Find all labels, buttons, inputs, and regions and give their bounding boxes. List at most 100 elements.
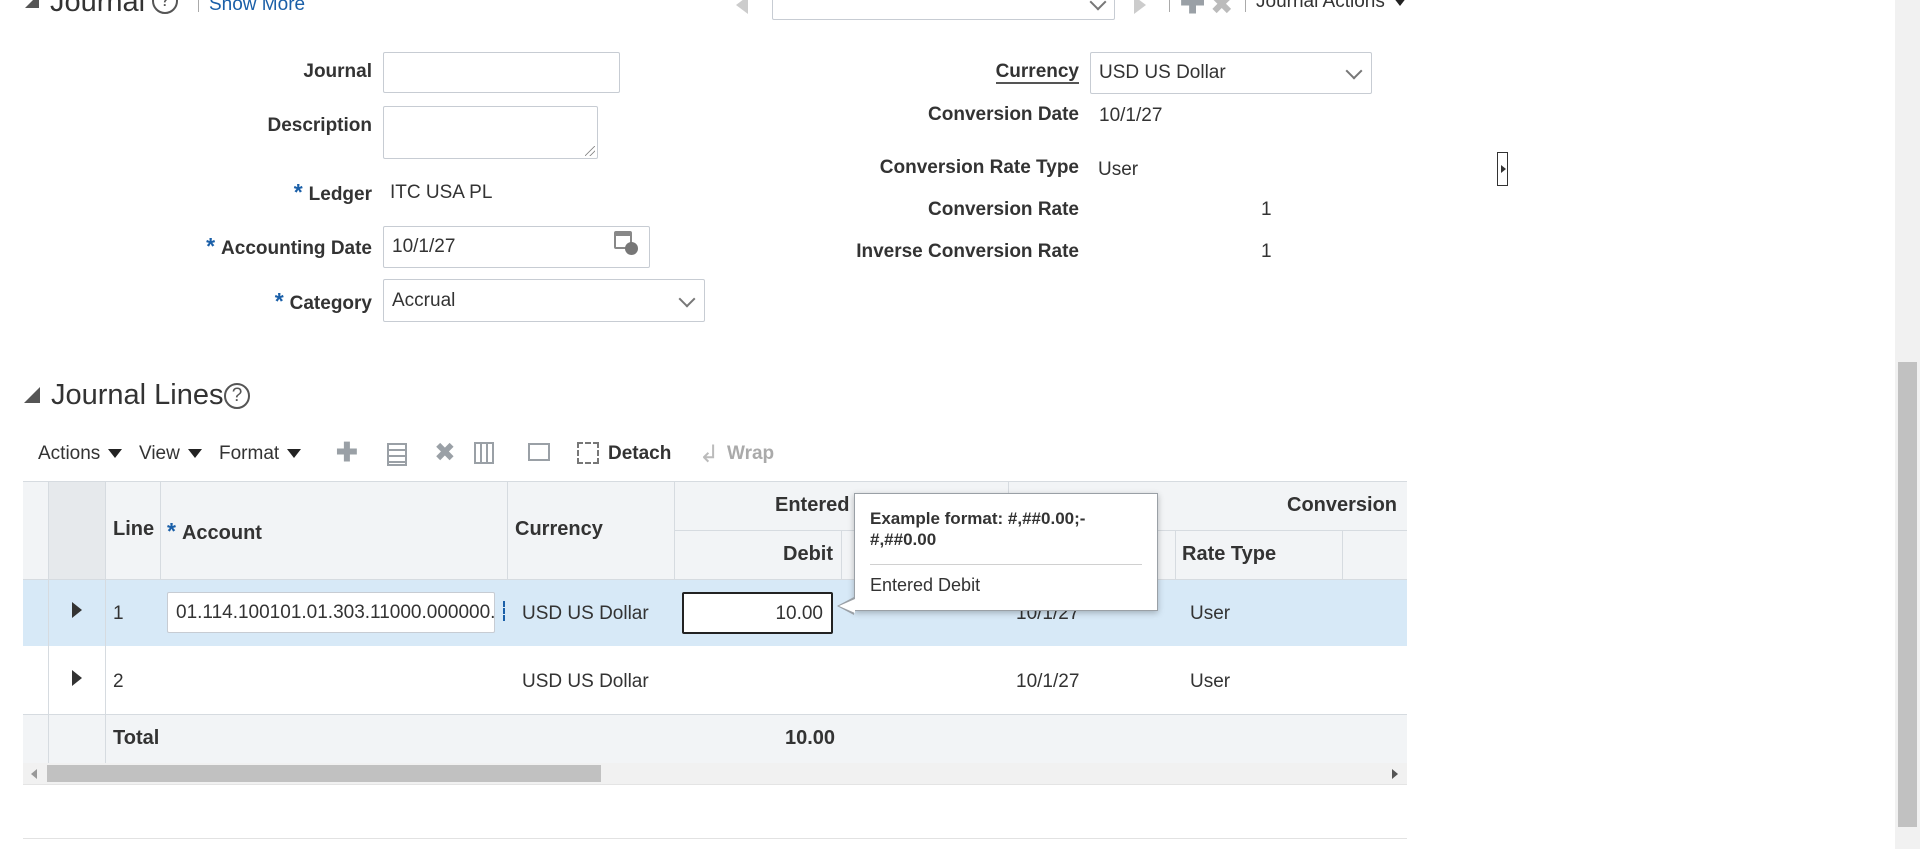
divider bbox=[48, 481, 49, 764]
total-label: Total bbox=[113, 727, 160, 749]
accounting-date-value: 10/1/27 bbox=[392, 236, 456, 257]
expand-row-icon[interactable] bbox=[72, 670, 82, 686]
show-more-link[interactable]: Show More bbox=[209, 0, 305, 16]
debit-input[interactable]: 10.00 bbox=[682, 592, 833, 634]
accounting-date-label-text: Accounting Date bbox=[221, 238, 372, 259]
row-line-number: 1 bbox=[113, 603, 124, 624]
scrollbar-thumb[interactable] bbox=[47, 765, 601, 782]
view-menu[interactable]: View bbox=[139, 443, 202, 465]
accounting-date-input[interactable]: 10/1/27 bbox=[383, 226, 650, 268]
divider bbox=[23, 481, 1407, 482]
currency-label[interactable]: Currency bbox=[900, 61, 1079, 84]
conversion-rate-type-value: User bbox=[1098, 159, 1139, 180]
actions-label: Actions bbox=[38, 443, 101, 464]
divider bbox=[1342, 530, 1343, 579]
row-line-number: 2 bbox=[113, 671, 124, 692]
row-currency: USD US Dollar bbox=[522, 603, 649, 624]
add-journal-icon[interactable]: ✚ bbox=[1180, 0, 1205, 21]
conversion-rate-label: Conversion Rate bbox=[928, 199, 1079, 220]
scroll-right-icon[interactable] bbox=[1392, 769, 1398, 779]
actions-menu[interactable]: Actions bbox=[38, 443, 123, 465]
expand-row-icon[interactable] bbox=[72, 602, 82, 618]
duplicate-row-icon[interactable] bbox=[387, 443, 407, 466]
journal-lines-title: Journal Lines bbox=[51, 379, 224, 411]
category-select[interactable]: Accrual bbox=[383, 279, 705, 322]
chevron-down-icon bbox=[1345, 62, 1363, 80]
collapse-journal-lines-icon[interactable] bbox=[24, 387, 40, 403]
dropdown-arrow-icon bbox=[1392, 0, 1407, 7]
resize-handle-icon[interactable] bbox=[585, 146, 595, 156]
ledger-label: * Ledger bbox=[200, 179, 372, 206]
format-tooltip: Example format: #,##0.00;-#,##0.00 Enter… bbox=[854, 493, 1158, 611]
total-debit: 10.00 bbox=[785, 727, 836, 749]
description-textarea[interactable] bbox=[383, 106, 598, 159]
conversion-date-value: 10/1/27 bbox=[1099, 105, 1163, 126]
tooltip-title: Example format: #,##0.00;-#,##0.00 bbox=[870, 509, 1086, 549]
description-label: Description bbox=[267, 115, 372, 136]
row-rate-type: User bbox=[1190, 671, 1231, 692]
collapse-journal-icon[interactable] bbox=[25, 0, 39, 8]
horizontal-scrollbar[interactable] bbox=[23, 763, 1407, 785]
journal-label: Journal bbox=[303, 61, 372, 82]
dropdown-arrow-icon bbox=[108, 449, 123, 459]
required-marker: * bbox=[274, 288, 284, 314]
conversion-rate-type-label: Conversion Rate Type bbox=[879, 157, 1079, 178]
currency-label-text: Currency bbox=[995, 61, 1079, 84]
add-row-icon[interactable]: ✚ bbox=[336, 437, 358, 468]
scroll-left-icon[interactable] bbox=[31, 769, 37, 779]
tooltip-pointer-fill bbox=[839, 599, 855, 613]
column-header-line[interactable]: Line bbox=[113, 518, 154, 541]
journal-actions-menu[interactable]: Journal Actions bbox=[1256, 0, 1407, 13]
page-vertical-scrollbar[interactable] bbox=[1895, 0, 1920, 849]
debit-value: 10.00 bbox=[775, 603, 823, 624]
journal-section-title: Journal bbox=[50, 0, 146, 18]
journal-actions-label: Journal Actions bbox=[1256, 0, 1385, 12]
column-header-currency[interactable]: Currency bbox=[515, 518, 603, 541]
divider bbox=[198, 0, 199, 12]
previous-journal-icon[interactable] bbox=[736, 0, 748, 14]
row-currency: USD US Dollar bbox=[522, 671, 649, 692]
query-by-example-icon[interactable] bbox=[528, 443, 550, 461]
ledger-value: ITC USA PL bbox=[390, 182, 493, 203]
divider bbox=[870, 564, 1142, 565]
column-header-account[interactable]: * Account bbox=[167, 518, 262, 545]
delete-journal-icon[interactable]: ✖ bbox=[1210, 0, 1233, 21]
currency-select[interactable]: USD US Dollar bbox=[1090, 52, 1372, 94]
divider bbox=[105, 481, 106, 764]
format-label: Format bbox=[219, 443, 280, 464]
conversion-rate-value: 1 bbox=[1261, 199, 1272, 220]
format-menu[interactable]: Format bbox=[219, 443, 302, 465]
wrap-icon[interactable]: ↲ bbox=[699, 440, 719, 469]
ledger-label-text: Ledger bbox=[308, 184, 372, 205]
column-header-conversion: Conversion bbox=[1287, 494, 1398, 516]
detach-button[interactable]: Detach bbox=[608, 443, 671, 465]
required-marker: * bbox=[293, 179, 303, 205]
chevron-down-icon bbox=[678, 290, 696, 308]
category-value: Accrual bbox=[392, 290, 456, 311]
account-value: 01.114.100101.01.303.11000.000000.0 bbox=[176, 602, 495, 623]
column-header-rate-type[interactable]: Rate Type bbox=[1182, 543, 1276, 566]
next-journal-icon[interactable] bbox=[1134, 0, 1146, 14]
delete-row-icon[interactable]: ✖ bbox=[434, 437, 456, 468]
journal-input[interactable] bbox=[383, 52, 620, 93]
accounting-date-label: * Accounting Date bbox=[150, 233, 372, 260]
category-label-text: Category bbox=[289, 293, 372, 314]
currency-value: USD US Dollar bbox=[1099, 62, 1226, 83]
wrap-button[interactable]: Wrap bbox=[727, 443, 774, 465]
divider bbox=[160, 481, 161, 579]
detach-icon bbox=[577, 442, 599, 464]
journal-lines-help-icon[interactable]: ? bbox=[224, 383, 250, 409]
account-input[interactable]: 01.114.100101.01.303.11000.000000.0 bbox=[167, 592, 495, 633]
freeze-columns-icon[interactable] bbox=[474, 442, 494, 464]
row-selector-column bbox=[48, 481, 105, 579]
account-search-icon[interactable] bbox=[503, 601, 505, 621]
scrollbar-thumb[interactable] bbox=[1898, 362, 1917, 827]
journal-help-icon[interactable]: ? bbox=[152, 0, 178, 14]
clock-icon bbox=[625, 242, 638, 255]
caret-right-icon bbox=[1501, 165, 1506, 173]
inverse-conversion-rate-label: Inverse Conversion Rate bbox=[856, 241, 1079, 262]
row-rate-type: User bbox=[1190, 603, 1231, 624]
expand-panel-button[interactable] bbox=[1497, 152, 1508, 186]
column-header-debit[interactable]: Debit bbox=[783, 543, 833, 566]
journal-navigator-select[interactable] bbox=[772, 0, 1115, 20]
